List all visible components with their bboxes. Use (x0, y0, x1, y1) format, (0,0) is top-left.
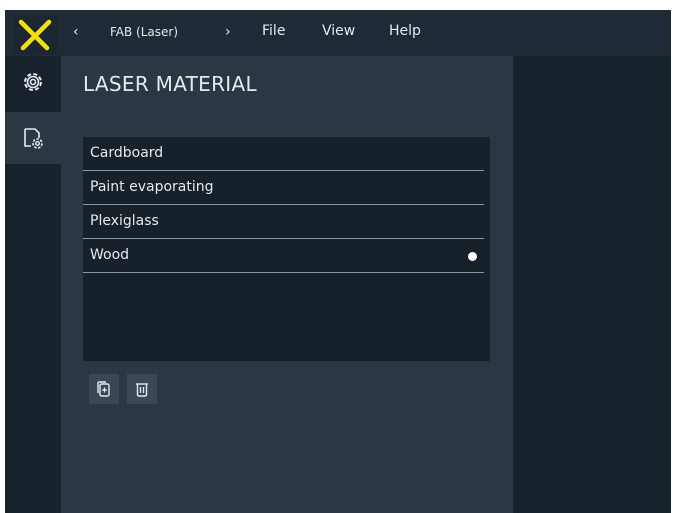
menu-view[interactable]: View (322, 23, 355, 39)
gear-icon (24, 73, 42, 91)
chevron-left-icon[interactable]: ‹ (73, 24, 79, 40)
list-item[interactable]: Cardboard (83, 137, 484, 171)
menu-file[interactable]: File (262, 23, 285, 39)
material-settings-tool[interactable] (5, 112, 61, 164)
selected-indicator-icon (468, 252, 477, 261)
left-toolbar (5, 56, 61, 513)
list-item[interactable]: Plexiglass (83, 205, 484, 239)
x-logo-icon (18, 19, 52, 51)
app-logo (13, 16, 57, 54)
list-item-label: Cardboard (90, 145, 164, 161)
list-item-label: Paint evaporating (90, 179, 214, 195)
trash-icon (136, 383, 148, 397)
list-item-label: Wood (90, 247, 130, 263)
list-item[interactable]: Paint evaporating (83, 171, 484, 205)
document-gear-icon (24, 128, 43, 149)
workspace-area (513, 56, 671, 513)
top-bar: ‹ FAB (Laser) › File View Help (5, 10, 671, 56)
laser-material-panel: LASER MATERIAL Cardboard Paint evaporati… (61, 56, 513, 513)
breadcrumb[interactable]: FAB (Laser) (110, 25, 178, 39)
list-item-label: Plexiglass (90, 213, 159, 229)
chevron-right-icon[interactable]: › (225, 24, 231, 40)
delete-button[interactable] (127, 374, 157, 404)
page-title: LASER MATERIAL (83, 72, 257, 96)
settings-tool[interactable] (5, 56, 61, 108)
duplicate-icon (97, 381, 110, 397)
app-window: ‹ FAB (Laser) › File View Help LASER MAT… (5, 10, 671, 513)
menu-help[interactable]: Help (389, 23, 421, 39)
material-list: Cardboard Paint evaporating Plexiglass W… (83, 137, 490, 361)
duplicate-button[interactable] (89, 374, 119, 404)
list-item[interactable]: Wood (83, 239, 484, 273)
